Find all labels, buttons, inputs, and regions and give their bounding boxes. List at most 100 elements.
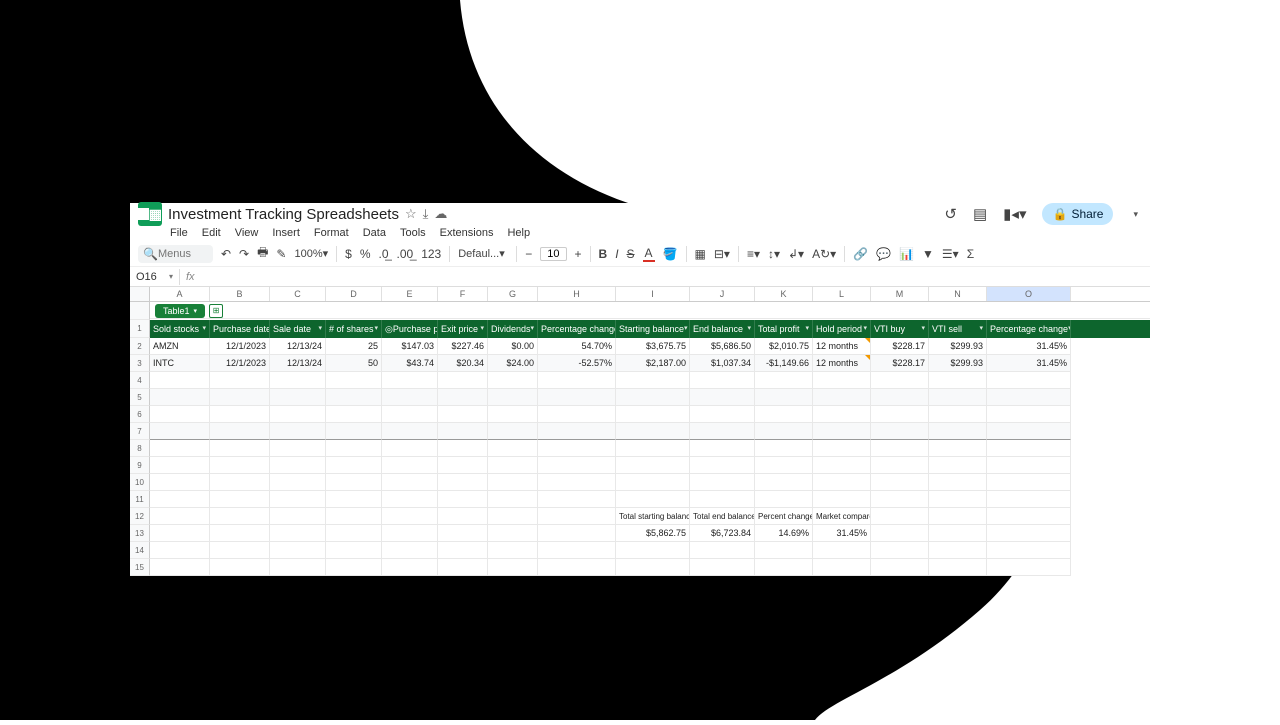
cell-O2[interactable]: 31.45% [987,338,1071,355]
val-market-compare[interactable]: 31.45% [813,525,871,542]
col-H[interactable]: H [538,287,616,301]
menu-edit[interactable]: Edit [202,227,221,239]
cell-F2[interactable]: $227.46 [438,338,488,355]
zoom-select[interactable]: 100% ▾ [294,247,328,260]
increase-fontsize[interactable]: + [575,247,582,261]
share-dropdown[interactable]: ▾ [1129,209,1142,220]
move-icon[interactable]: ⤓ [423,206,429,222]
undo-icon[interactable]: ↶ [221,247,231,261]
menu-file[interactable]: File [170,227,188,239]
select-all-corner[interactable] [130,287,150,301]
borders-button[interactable]: ▦ [695,247,706,261]
th-sold-stocks[interactable]: Sold stocks▾ [150,320,210,338]
functions-button[interactable]: Σ [967,247,974,261]
cell-C2[interactable]: 12/13/24 [270,338,326,355]
cell-A2[interactable]: AMZN [150,338,210,355]
grid[interactable]: A B C D E F G H I J K L M N O Table1 ⊞ 1 [130,287,1150,576]
th-purchase-date[interactable]: Purchase date▾ [210,320,270,338]
cloud-icon[interactable]: ☁ [434,206,447,222]
th-pct-change[interactable]: Percentage change▾ [538,320,616,338]
cell-J2[interactable]: $5,686.50 [690,338,755,355]
meet-icon[interactable]: ▮◂▾ [1003,205,1026,223]
col-N[interactable]: N [929,287,987,301]
star-icon[interactable]: ☆ [405,206,417,222]
filter-button[interactable]: ▼ [922,247,934,261]
label-total-start[interactable]: Total starting balance [616,508,690,525]
history-icon[interactable]: ↺ [944,205,957,223]
cell-I2[interactable]: $3,675.75 [616,338,690,355]
italic-button[interactable]: I [615,247,618,261]
menu-extensions[interactable]: Extensions [440,227,494,239]
col-M[interactable]: M [871,287,929,301]
cell-N2[interactable]: $299.93 [929,338,987,355]
valign-button[interactable]: ↕▾ [768,247,780,261]
font-size-input[interactable]: 10 [540,247,566,261]
font-select[interactable]: Defaul... ▾ [458,247,508,260]
paintformat-icon[interactable]: ✎ [276,247,286,261]
comment-button[interactable]: 💬 [876,247,891,261]
val-total-start[interactable]: $5,862.75 [616,525,690,542]
chart-button[interactable]: 📊 [899,247,914,261]
cell-L2[interactable]: 12 months [813,338,871,355]
name-box[interactable]: O16 [130,269,180,285]
th-vti-buy[interactable]: VTI buy▾ [871,320,929,338]
menu-tools[interactable]: Tools [400,227,426,239]
th-sale-date[interactable]: Sale date▾ [270,320,326,338]
col-K[interactable]: K [755,287,813,301]
col-I[interactable]: I [616,287,690,301]
col-C[interactable]: C [270,287,326,301]
val-pct-change[interactable]: 14.69% [755,525,813,542]
more-formats[interactable]: 123 [421,247,441,261]
th-pct-change-2[interactable]: Percentage change▾ [987,320,1071,338]
col-E[interactable]: E [382,287,438,301]
th-vti-sell[interactable]: VTI sell▾ [929,320,987,338]
table-chip[interactable]: Table1 [155,304,205,318]
th-start-balance[interactable]: Starting balance▾ [616,320,690,338]
merge-button[interactable]: ⊟▾ [714,247,730,261]
label-total-end[interactable]: Total end balance [690,508,755,525]
cell-A3[interactable]: INTC [150,355,210,372]
cell-B2[interactable]: 12/1/2023 [210,338,270,355]
cell-G2[interactable]: $0.00 [488,338,538,355]
redo-icon[interactable]: ↷ [239,247,249,261]
print-icon[interactable]: 🖶 [257,243,268,264]
th-end-balance[interactable]: End balance▾ [690,320,755,338]
col-B[interactable]: B [210,287,270,301]
cell-E2[interactable]: $147.03 [382,338,438,355]
th-dividends[interactable]: Dividends▾ [488,320,538,338]
menu-format[interactable]: Format [314,227,349,239]
cell-D2[interactable]: 25 [326,338,382,355]
th-total-profit[interactable]: Total profit▾ [755,320,813,338]
col-J[interactable]: J [690,287,755,301]
search-menus[interactable]: 🔍 [138,245,213,263]
decrease-decimal[interactable]: .0̲ [379,247,389,261]
menu-data[interactable]: Data [363,227,386,239]
format-percent[interactable]: % [360,247,371,261]
doc-title[interactable]: Investment Tracking Spreadsheets [168,206,399,223]
decrease-fontsize[interactable]: − [525,247,532,261]
link-button[interactable]: 🔗 [853,247,868,261]
filter-views-button[interactable]: ☰▾ [942,247,959,261]
th-shares[interactable]: # of shares▾ [326,320,382,338]
fill-color-button[interactable]: 🪣 [663,247,678,261]
share-button[interactable]: 🔒 Share [1042,203,1113,225]
col-A[interactable]: A [150,287,210,301]
menu-insert[interactable]: Insert [272,227,300,239]
menu-view[interactable]: View [235,227,259,239]
halign-button[interactable]: ≡▾ [747,247,760,261]
menu-help[interactable]: Help [507,227,530,239]
format-currency[interactable]: $ [345,247,352,261]
cell-M2[interactable]: $228.17 [871,338,929,355]
col-O[interactable]: O [987,287,1071,301]
val-total-end[interactable]: $6,723.84 [690,525,755,542]
cell-K2[interactable]: $2,010.75 [755,338,813,355]
label-pct-change[interactable]: Percent change [755,508,813,525]
strike-button[interactable]: S [627,247,635,261]
rotate-button[interactable]: A↻▾ [812,247,836,261]
th-exit-price[interactable]: Exit price▾ [438,320,488,338]
col-G[interactable]: G [488,287,538,301]
col-D[interactable]: D [326,287,382,301]
comment-icon[interactable]: ▤ [973,205,987,223]
search-input[interactable] [158,248,208,260]
label-market-compare[interactable]: Market compare [813,508,871,525]
